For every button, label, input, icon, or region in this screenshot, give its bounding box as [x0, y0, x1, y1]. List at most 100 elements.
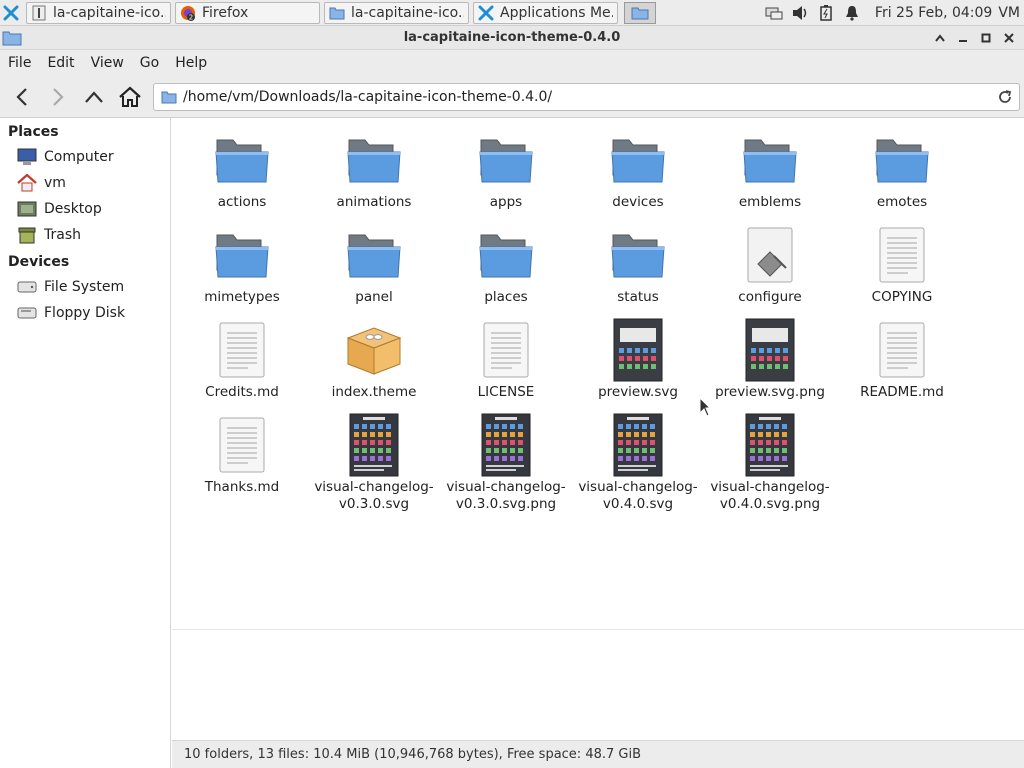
file-item[interactable]: visual-changelog-v0.4.0.svg.png [704, 413, 836, 512]
trash-icon [16, 225, 38, 245]
sidebar-item-computer[interactable]: Computer [0, 144, 170, 170]
sidebar-item-desktop[interactable]: Desktop [0, 196, 170, 222]
file-item[interactable]: preview.svg.png [704, 318, 836, 413]
location-path[interactable]: /home/vm/Downloads/la-capitaine-icon-the… [183, 89, 552, 105]
package-icon [342, 318, 406, 382]
file-name: status [617, 289, 659, 305]
clock[interactable]: Fri 25 Feb, 04:09 [865, 5, 998, 21]
computer-icon [16, 147, 38, 167]
minimize-button[interactable] [951, 28, 974, 48]
image-file-icon [738, 413, 802, 477]
sidebar-header-places: Places [8, 124, 59, 140]
sidebar-item-floppy-disk[interactable]: Floppy Disk [0, 300, 170, 326]
file-item[interactable]: Thanks.md [176, 413, 308, 508]
taskbar-item-firefox[interactable]: 2 Firefox [175, 1, 320, 24]
taskbar-item-terminal[interactable]: la-capitaine-ico... [26, 1, 171, 24]
file-name: actions [217, 194, 267, 210]
mouse-cursor-icon [699, 397, 711, 417]
reload-button[interactable] [997, 89, 1013, 109]
file-item[interactable]: panel [308, 223, 440, 318]
file-name: animations [336, 194, 412, 210]
menu-edit[interactable]: Edit [39, 55, 82, 71]
maximize-icon [981, 33, 990, 43]
file-item[interactable]: Credits.md [176, 318, 308, 413]
script-file-icon [738, 223, 802, 287]
back-button[interactable] [4, 79, 40, 115]
floppy-icon [16, 303, 38, 323]
close-button[interactable] [997, 28, 1020, 48]
file-item[interactable]: index.theme [308, 318, 440, 413]
notification-bell-icon[interactable] [839, 0, 865, 26]
statusbar: 10 folders, 13 files: 10.4 MiB (10,946,7… [172, 740, 1024, 768]
home-button[interactable] [112, 79, 148, 115]
file-name: Thanks.md [204, 479, 280, 495]
home-icon [119, 86, 141, 107]
user-menu[interactable]: VM [998, 5, 1024, 21]
taskbar-item-file-manager[interactable]: la-capitaine-ico... [324, 1, 469, 24]
location-bar[interactable]: /home/vm/Downloads/la-capitaine-icon-the… [153, 83, 1020, 111]
file-view[interactable]: actions animations apps devices emblems emote… [172, 118, 1024, 740]
file-name: visual-changelog-v0.3.0.svg [314, 479, 434, 512]
folder-icon [342, 223, 406, 287]
file-name: mimetypes [204, 289, 280, 305]
sidebar-item-label: Trash [44, 227, 81, 243]
file-name: preview.svg [598, 384, 678, 400]
image-file-icon [474, 413, 538, 477]
file-item[interactable]: mimetypes [176, 223, 308, 318]
taskbar-item-label: Firefox [202, 4, 249, 21]
sidebar-item-file-system[interactable]: File System [0, 274, 170, 300]
menu-go[interactable]: Go [132, 55, 167, 71]
file-item[interactable]: places [440, 223, 572, 318]
sidebar-item-label: Floppy Disk [44, 305, 126, 321]
file-item[interactable]: COPYING [836, 223, 968, 318]
file-name: configure [738, 289, 802, 305]
file-item[interactable]: visual-changelog-v0.4.0.svg [572, 413, 704, 512]
image-file-icon [606, 413, 670, 477]
file-name: README.md [860, 384, 944, 400]
sidebar-item-label: Computer [44, 149, 114, 165]
network-icon[interactable] [761, 0, 787, 26]
close-icon [1003, 33, 1014, 43]
sidebar-item-vm[interactable]: vm [0, 170, 170, 196]
file-item[interactable]: emblems [704, 128, 836, 223]
shade-button[interactable] [928, 28, 951, 48]
file-item[interactable]: README.md [836, 318, 968, 413]
menu-help[interactable]: Help [167, 55, 215, 71]
file-item[interactable]: preview.svg [572, 318, 704, 413]
show-desktop-button[interactable] [624, 1, 656, 24]
menu-view[interactable]: View [83, 55, 132, 71]
sidebar-item-label: vm [44, 175, 66, 191]
sidebar-header-devices: Devices [8, 254, 70, 270]
file-item[interactable]: animations [308, 128, 440, 223]
forward-button[interactable] [40, 79, 76, 115]
file-item[interactable]: devices [572, 128, 704, 223]
window-titlebar[interactable]: la-capitaine-icon-theme-0.4.0 [0, 26, 1024, 50]
battery-icon[interactable] [813, 0, 839, 26]
file-item[interactable]: apps [440, 128, 572, 223]
sidebar-item-label: File System [44, 279, 125, 295]
maximize-button[interactable] [974, 28, 997, 48]
file-item[interactable]: emotes [836, 128, 968, 223]
terminal-icon [31, 5, 47, 21]
menubar: File Edit View Go Help [0, 50, 1024, 76]
chevron-up-icon [85, 90, 103, 103]
folder-icon [474, 223, 538, 287]
chevron-left-icon [16, 87, 27, 106]
text-file-icon [474, 318, 538, 382]
volume-icon[interactable] [787, 0, 813, 26]
file-item[interactable]: visual-changelog-v0.3.0.svg [308, 413, 440, 512]
applications-menu-button[interactable] [0, 0, 22, 26]
file-item[interactable]: actions [176, 128, 308, 223]
folder-icon [606, 128, 670, 192]
up-button[interactable] [76, 79, 112, 115]
file-item[interactable]: LICENSE [440, 318, 572, 413]
folder-icon [738, 128, 802, 192]
sidebar-item-trash[interactable]: Trash [0, 222, 170, 248]
sidebar: Places Computer vm Desktop Trash Devices… [0, 118, 171, 768]
file-item[interactable]: configure [704, 223, 836, 318]
menu-file[interactable]: File [0, 55, 39, 71]
file-item[interactable]: visual-changelog-v0.3.0.svg.png [440, 413, 572, 512]
status-text: 10 folders, 13 files: 10.4 MiB (10,946,7… [184, 747, 641, 762]
taskbar-item-applications-menu[interactable]: Applications Me... [473, 1, 618, 24]
file-item[interactable]: status [572, 223, 704, 318]
